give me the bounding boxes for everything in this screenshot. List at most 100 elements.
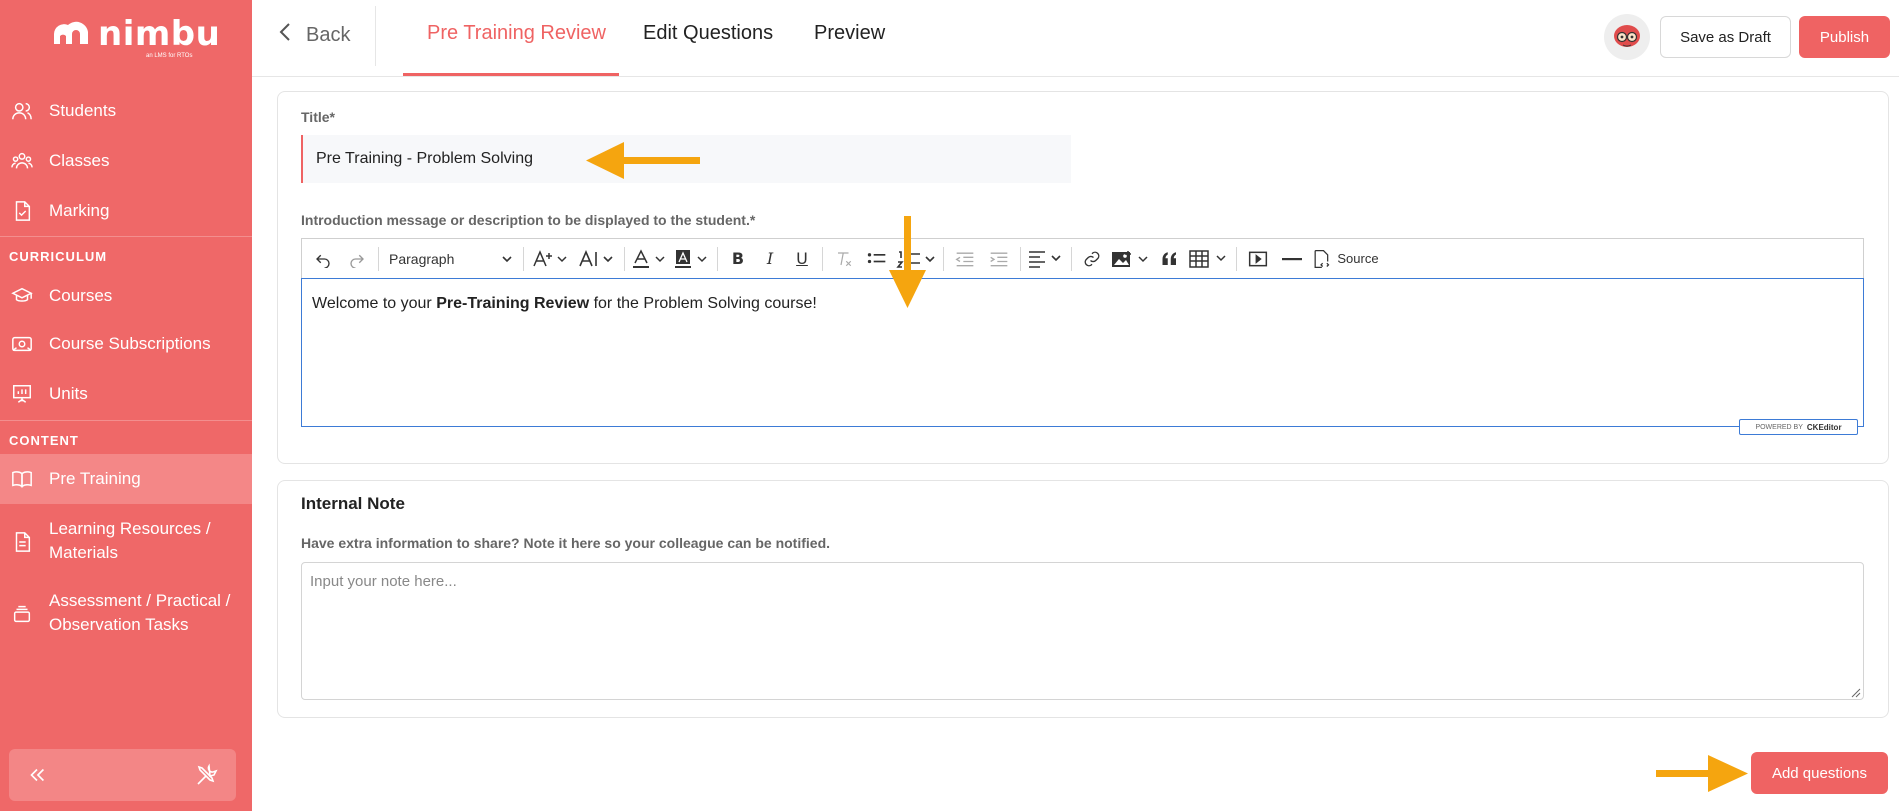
- toolbar-separator: [822, 246, 823, 271]
- insert-image-icon[interactable]: [1108, 243, 1154, 275]
- back-label: Back: [306, 23, 351, 46]
- internal-note-input[interactable]: [301, 562, 1864, 700]
- toolbar-separator: [624, 246, 625, 271]
- sidebar-item-label: Classes: [49, 151, 110, 170]
- bold-icon[interactable]: B: [722, 243, 754, 275]
- save-as-draft-button[interactable]: Save as Draft: [1660, 16, 1791, 58]
- add-questions-button[interactable]: Add questions: [1751, 752, 1888, 794]
- blockquote-icon[interactable]: [1154, 243, 1186, 275]
- chevron-down-icon: [502, 255, 512, 262]
- sidebar-item-marking[interactable]: Marking: [0, 198, 252, 224]
- sidebar-item-course-subscriptions[interactable]: Course Subscriptions: [0, 331, 252, 357]
- sidebar-item-assessment-tasks[interactable]: Assessment / Practical / Observation Tas…: [0, 589, 252, 639]
- document-check-icon: [10, 199, 34, 223]
- paragraph-style-value: Paragraph: [389, 250, 455, 267]
- top-bar: Back Pre Training Review Edit Questions …: [252, 0, 1899, 77]
- insert-table-icon[interactable]: [1186, 243, 1232, 275]
- sidebar-item-label: Pre Training: [49, 469, 141, 488]
- title-label: Title*: [301, 109, 335, 125]
- topbar-separator: [375, 6, 376, 66]
- background-color-icon[interactable]: [671, 243, 713, 275]
- internal-note-title: Internal Note: [301, 494, 405, 513]
- tools-icon[interactable]: [195, 763, 219, 792]
- toolbar-separator: [1071, 246, 1072, 271]
- alignment-icon[interactable]: [1025, 243, 1067, 275]
- label-line: Assessment / Practical /: [49, 591, 231, 610]
- resize-handle-icon[interactable]: [1849, 686, 1861, 698]
- sidebar-item-learning-resources[interactable]: Learning Resources / Materials: [0, 517, 252, 567]
- toolbar-separator: [378, 246, 379, 271]
- tab-edit-questions[interactable]: Edit Questions: [643, 22, 773, 45]
- font-size-icon[interactable]: [528, 243, 574, 275]
- sidebar-item-label: Units: [49, 384, 88, 403]
- font-color-icon[interactable]: [629, 243, 671, 275]
- users-icon: [10, 99, 34, 123]
- internal-note-description: Have extra information to share? Note it…: [301, 535, 831, 551]
- link-icon[interactable]: [1076, 243, 1108, 275]
- paragraph-style-dropdown[interactable]: Paragraph: [383, 243, 519, 275]
- editor-text: Welcome to your: [312, 295, 437, 312]
- badge-brand: CKEditor: [1806, 422, 1842, 432]
- document-icon: [10, 530, 34, 554]
- label-line: Materials: [49, 543, 118, 562]
- rich-text-editor[interactable]: Welcome to your Pre-Training Review for …: [301, 278, 1864, 427]
- sidebar-item-label: Learning Resources / Materials: [49, 517, 211, 565]
- app-root: nimbu an LMS for RTOs Students Classes M…: [0, 0, 1899, 811]
- nimbu-logo[interactable]: nimbu an LMS for RTOs: [48, 12, 220, 62]
- toolbar-separator: [1236, 246, 1237, 271]
- label-line: Observation Tasks: [49, 615, 189, 634]
- open-book-icon: [10, 467, 34, 491]
- stack-icon: [10, 602, 34, 626]
- sidebar-item-label: Marking: [49, 201, 110, 220]
- tab-preview[interactable]: Preview: [814, 22, 885, 45]
- redo-icon[interactable]: [340, 243, 374, 275]
- undo-icon[interactable]: [306, 243, 340, 275]
- sidebar-item-pre-training[interactable]: Pre Training: [0, 454, 252, 504]
- presentation-icon: [10, 382, 34, 406]
- section-label-content: CONTENT: [9, 433, 79, 448]
- media-embed-icon[interactable]: [1241, 243, 1275, 275]
- sidebar-footer: [9, 749, 236, 801]
- indent-icon[interactable]: [982, 243, 1016, 275]
- annotation-arrow-down-icon: [889, 216, 926, 308]
- section-label-curriculum: CURRICULUM: [9, 249, 108, 264]
- tab-pre-training-review[interactable]: Pre Training Review: [427, 22, 606, 45]
- editor-text-bold: Pre-Training Review: [436, 295, 590, 312]
- editor-text: for the Problem Solving course!: [589, 295, 817, 312]
- avatar[interactable]: [1604, 14, 1650, 60]
- source-label: Source: [1337, 251, 1379, 266]
- sidebar-item-label: Students: [49, 101, 117, 120]
- publish-button[interactable]: Publish: [1799, 16, 1890, 58]
- group-icon: [10, 149, 34, 173]
- sidebar-item-label: Courses: [49, 286, 113, 305]
- back-button[interactable]: Back: [278, 22, 350, 48]
- toolbar-separator: [523, 246, 524, 271]
- font-family-icon[interactable]: [574, 243, 620, 275]
- editor-toolbar: Paragraph B I U Source: [301, 238, 1864, 278]
- graduation-cap-icon: [10, 284, 34, 308]
- underline-icon[interactable]: U: [786, 243, 818, 275]
- sidebar-item-courses[interactable]: Courses: [0, 283, 252, 309]
- outdent-icon[interactable]: [948, 243, 982, 275]
- subscription-icon: [10, 332, 34, 356]
- italic-icon[interactable]: I: [754, 243, 786, 275]
- brand-tagline: an LMS for RTOs: [146, 53, 193, 59]
- sidebar-item-units[interactable]: Units: [0, 381, 252, 407]
- active-tab-indicator: [403, 73, 619, 76]
- remove-format-icon[interactable]: [827, 243, 861, 275]
- horizontal-line-icon[interactable]: [1275, 243, 1309, 275]
- chevron-left-icon: [278, 22, 292, 48]
- intro-label: Introduction message or description to b…: [301, 212, 756, 228]
- ckeditor-badge[interactable]: POWERED BY CKEditor: [1739, 419, 1858, 435]
- sidebar-item-label: Course Subscriptions: [49, 334, 211, 353]
- brand-name: nimbu: [98, 14, 221, 54]
- sidebar: nimbu an LMS for RTOs Students Classes M…: [0, 0, 252, 811]
- toolbar-separator: [717, 246, 718, 271]
- toolbar-separator: [1020, 246, 1021, 271]
- double-chevron-left-icon[interactable]: [26, 764, 48, 791]
- source-button[interactable]: Source: [1309, 243, 1381, 275]
- annotation-arrow-right-icon: [1656, 755, 1748, 792]
- sidebar-item-students[interactable]: Students: [0, 98, 252, 124]
- badge-powered-by: POWERED BY: [1755, 423, 1803, 431]
- sidebar-item-classes[interactable]: Classes: [0, 148, 252, 174]
